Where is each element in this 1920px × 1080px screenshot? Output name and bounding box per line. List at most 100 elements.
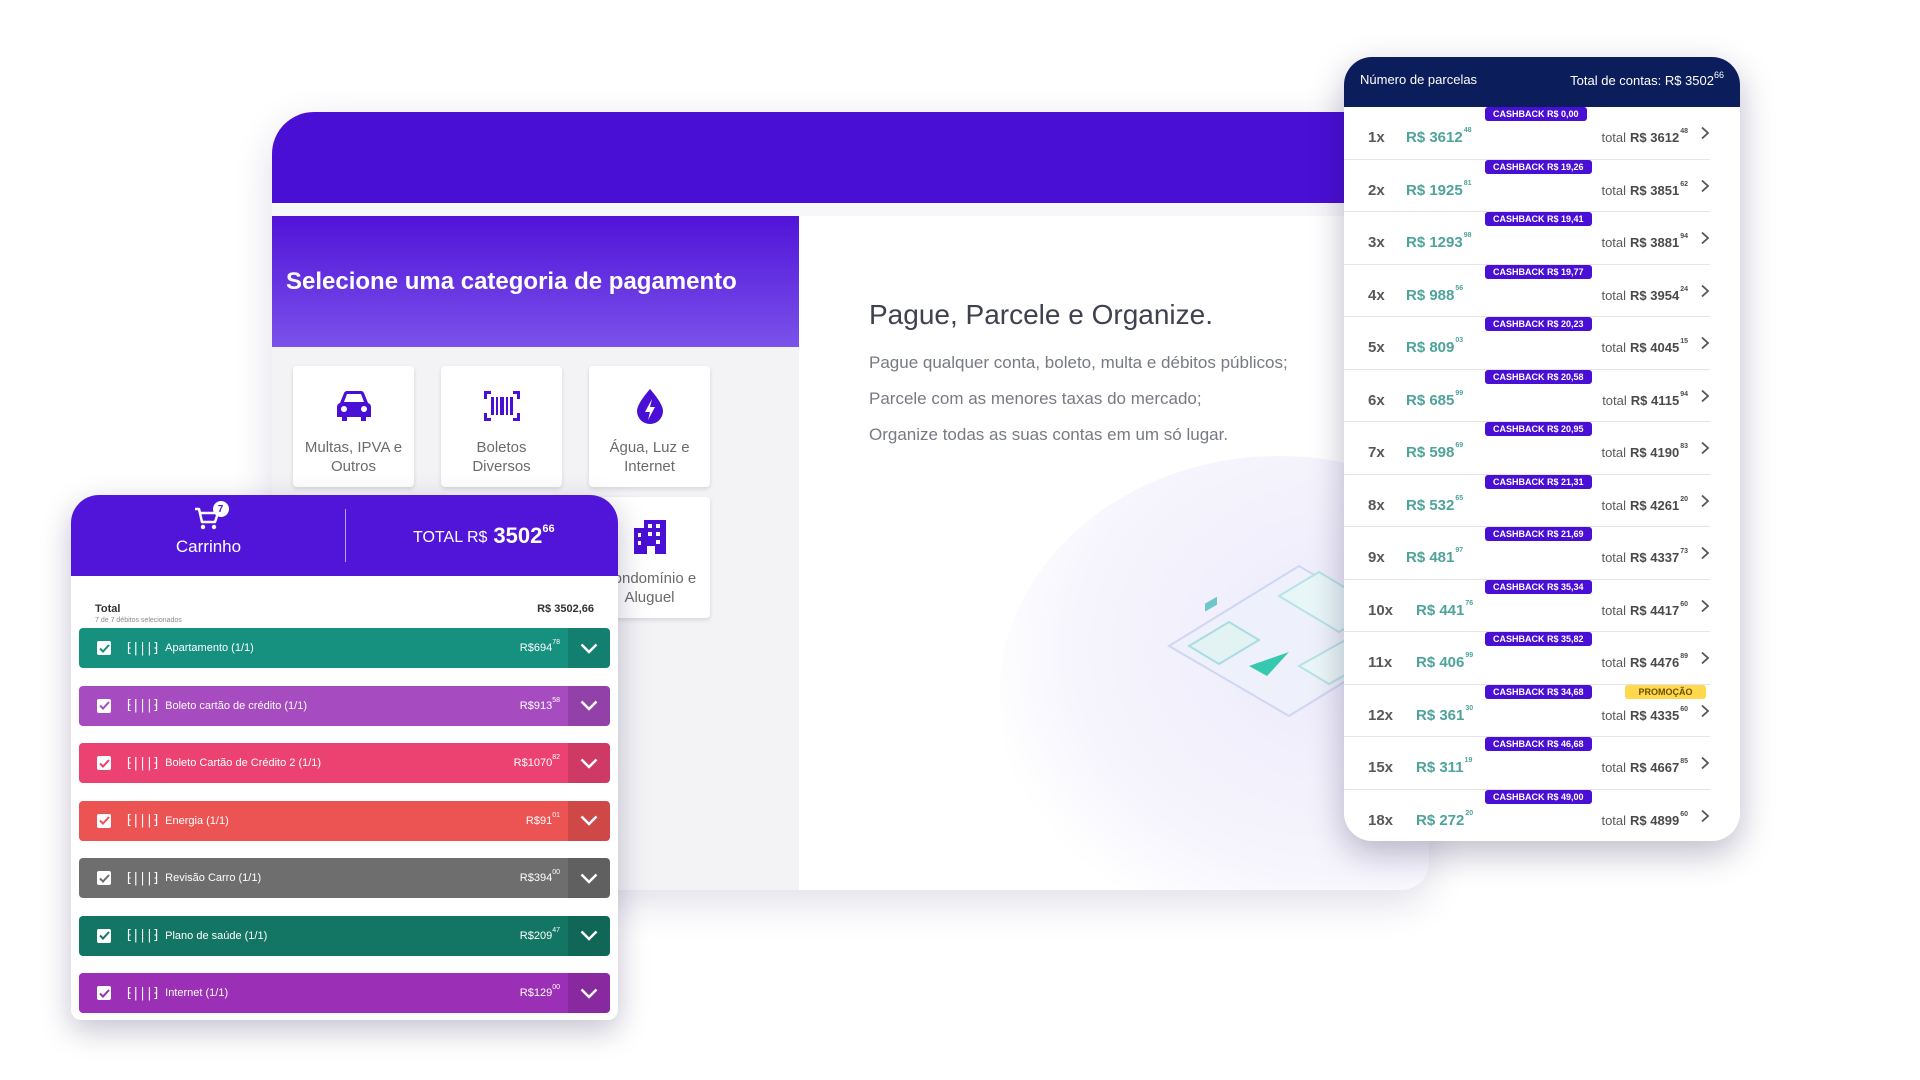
chevron-down-icon bbox=[580, 700, 598, 711]
cart-total-label: TOTAL R$ bbox=[413, 529, 488, 546]
cart-count-badge: 7 bbox=[212, 501, 229, 517]
hero-section: Pague, Parcele e Organize. Pague qualque… bbox=[799, 216, 1429, 890]
installment-option-row[interactable]: CASHBACK R$ 19,41 3x R$ 1293 98 total R$ 3881… bbox=[1344, 212, 1740, 265]
checkbox-checked[interactable] bbox=[97, 986, 111, 1000]
installment-option-row[interactable]: CASHBACK R$ 35,34 10x R$ 441 76 total R$ 4417… bbox=[1344, 579, 1740, 632]
installment-total-amount: R$ 3612 bbox=[1630, 130, 1680, 145]
installment-total-amount: R$ 4667 bbox=[1630, 760, 1680, 775]
installments-header: Número de parcelas Total de contas: R$ 3… bbox=[1344, 57, 1740, 107]
expand-chevron-button[interactable] bbox=[568, 858, 610, 898]
installment-value: R$ 481 97 bbox=[1406, 547, 1463, 566]
checkbox-checked[interactable] bbox=[97, 698, 111, 713]
installment-total: total R$ 4045 15 bbox=[1601, 338, 1688, 355]
summary-value: R$ 3502,66 bbox=[537, 603, 594, 615]
debt-item-amount-cents: 00 bbox=[552, 984, 560, 991]
cart-total-value: 3502 bbox=[493, 523, 543, 548]
cashback-badge: CASHBACK R$ 21,69 bbox=[1485, 527, 1592, 541]
installment-value-cents: 99 bbox=[1455, 389, 1464, 397]
debt-item-row[interactable]: ⁅|||⁆ Boleto cartão de crédito (1/1) R$913… bbox=[79, 685, 610, 726]
barcode-icon: ⁅|||⁆ bbox=[125, 813, 160, 828]
installment-count: 7x bbox=[1368, 444, 1385, 461]
installment-value-amount: R$ 406 bbox=[1416, 654, 1465, 671]
installment-option-row[interactable]: CASHBACK R$ 34,68 PROMOÇÃO 12x R$ 361 30 tota… bbox=[1344, 684, 1740, 737]
cashback-badge: CASHBACK R$ 49,00 bbox=[1485, 789, 1592, 804]
installment-total-cents: 73 bbox=[1680, 548, 1688, 555]
installment-option-row[interactable]: CASHBACK R$ 20,95 7x R$ 598 69 total R$ 4190 8… bbox=[1344, 422, 1740, 475]
installment-value: R$ 311 19 bbox=[1416, 757, 1472, 776]
debt-item-row[interactable]: ⁅|||⁆ Boleto Cartão de Crédito 2 (1/1) R$1… bbox=[79, 743, 610, 783]
checkbox-checked[interactable] bbox=[97, 756, 111, 770]
installment-option-row[interactable]: CASHBACK R$ 21,31 8x R$ 532 65 total R$ 4261 2… bbox=[1344, 474, 1740, 527]
installment-option-row[interactable]: CASHBACK R$ 35,82 11x R$ 406 99 total R$ 4476… bbox=[1344, 632, 1740, 685]
debt-item-amount-cents: 58 bbox=[552, 696, 560, 704]
installment-option-row[interactable]: CASHBACK R$ 19,77 4x R$ 988 56 total R$ 3954 2… bbox=[1344, 264, 1740, 317]
expand-chevron-button[interactable] bbox=[568, 915, 610, 956]
chevron-right-icon bbox=[1701, 494, 1710, 507]
debt-item-row[interactable]: ⁅|||⁆ Apartamento (1/1) R$694 78 bbox=[79, 628, 610, 668]
check-icon bbox=[98, 816, 110, 825]
installment-total: total R$ 4476 89 bbox=[1601, 653, 1688, 670]
barcode-icon: ⁅|||⁆ bbox=[125, 698, 160, 713]
category-label: Multas, IPVA e Outros bbox=[304, 439, 403, 475]
installment-option-row[interactable]: CASHBACK R$ 20,58 6x R$ 685 99 total R$ 4115 9… bbox=[1344, 369, 1740, 422]
category-card-boletos[interactable]: Boletos Diversos bbox=[441, 366, 562, 487]
installment-option-row[interactable]: CASHBACK R$ 0,00 1x R$ 3612 48 total R$ 3612 4… bbox=[1344, 107, 1740, 160]
installment-total-prefix: total bbox=[1601, 812, 1627, 828]
stage: Selecione uma categoria de pagamento Mul… bbox=[0, 0, 1920, 1080]
installment-option-row[interactable]: CASHBACK R$ 49,00 18x R$ 272 20 total R$ 4899… bbox=[1344, 789, 1740, 842]
installment-total-prefix: total bbox=[1601, 655, 1627, 670]
debt-item-row[interactable]: ⁅|||⁆ Energia (1/1) R$91 01 bbox=[79, 800, 610, 841]
installment-count: 4x bbox=[1368, 286, 1385, 304]
cart-button[interactable]: 7 Carrinho bbox=[71, 495, 346, 576]
debt-item-amount-value: R$1070 bbox=[513, 757, 553, 769]
chevron-right-icon bbox=[1701, 756, 1710, 770]
checkbox-checked[interactable] bbox=[97, 641, 111, 655]
installment-total-prefix: total bbox=[1601, 235, 1627, 250]
debt-item-amount: R$913 58 bbox=[520, 696, 560, 712]
debt-item-amount-value: R$694 bbox=[519, 642, 553, 654]
checkbox-checked[interactable] bbox=[97, 813, 111, 828]
installment-value: R$ 685 99 bbox=[1406, 389, 1464, 409]
installment-total-cents: 48 bbox=[1680, 128, 1688, 135]
installment-option-row[interactable]: CASHBACK R$ 19,26 2x R$ 1925 81 total R$ 3851… bbox=[1344, 159, 1740, 212]
expand-chevron-button[interactable] bbox=[568, 973, 610, 1013]
debt-item-amount-value: R$394 bbox=[519, 872, 553, 884]
chevron-right-icon bbox=[1701, 599, 1710, 612]
debt-item-name: Boleto cartão de crédito (1/1) bbox=[165, 699, 307, 712]
building-icon bbox=[631, 517, 669, 557]
checkbox-checked[interactable] bbox=[97, 928, 111, 943]
installment-count: 8x bbox=[1368, 496, 1385, 514]
installment-total-cents: 85 bbox=[1680, 758, 1688, 765]
installment-value: R$ 3612 48 bbox=[1406, 127, 1472, 146]
check-icon bbox=[98, 931, 110, 940]
expand-chevron-button[interactable] bbox=[568, 685, 610, 726]
installment-total: total R$ 3851 62 bbox=[1601, 181, 1688, 198]
expand-chevron-button[interactable] bbox=[568, 743, 610, 783]
installment-total-prefix: total bbox=[1602, 392, 1627, 408]
category-header: Selecione uma categoria de pagamento bbox=[272, 216, 799, 347]
barcode-icon: ⁅|||⁆ bbox=[125, 640, 160, 656]
installment-option-row[interactable]: CASHBACK R$ 20,23 5x R$ 809 03 total R$ 4045 1… bbox=[1344, 317, 1740, 370]
barcode-icon: ⁅|||⁆ bbox=[125, 928, 160, 943]
debt-item-row[interactable]: ⁅|||⁆ Plano de saúde (1/1) R$209 47 bbox=[79, 915, 610, 956]
debt-item-name: Energia (1/1) bbox=[165, 814, 229, 827]
category-card-multas[interactable]: Multas, IPVA e Outros bbox=[293, 366, 414, 487]
installment-value: R$ 272 20 bbox=[1416, 810, 1473, 829]
debt-item-row[interactable]: ⁅|||⁆ Revisão Carro (1/1) R$394 00 bbox=[79, 858, 610, 898]
installment-total: total R$ 4337 73 bbox=[1601, 548, 1688, 565]
cashback-badge: CASHBACK R$ 19,41 bbox=[1485, 212, 1592, 226]
debt-item-name: Boleto Cartão de Crédito 2 (1/1) bbox=[165, 757, 322, 769]
expand-chevron-button[interactable] bbox=[568, 628, 610, 668]
installment-option-row[interactable]: CASHBACK R$ 46,68 15x R$ 311 19 total R$ 4667… bbox=[1344, 737, 1740, 790]
debt-item-amount-value: R$129 bbox=[519, 987, 553, 999]
debt-item-row[interactable]: ⁅|||⁆ Internet (1/1) R$129 00 bbox=[79, 973, 610, 1013]
installment-value-amount: R$ 598 bbox=[1406, 444, 1455, 461]
installment-option-row[interactable]: CASHBACK R$ 21,69 9x R$ 481 97 total R$ 4337 7… bbox=[1344, 527, 1740, 580]
expand-chevron-button[interactable] bbox=[568, 800, 610, 841]
debt-item-name: Internet (1/1) bbox=[165, 987, 229, 999]
checkbox-checked[interactable] bbox=[97, 871, 111, 885]
category-card-agua-luz[interactable]: Água, Luz e Internet bbox=[589, 366, 710, 487]
installment-count: 18x bbox=[1368, 811, 1394, 829]
installment-total-amount: R$ 4335 bbox=[1630, 707, 1680, 723]
installment-total-amount: R$ 4045 bbox=[1630, 340, 1680, 355]
